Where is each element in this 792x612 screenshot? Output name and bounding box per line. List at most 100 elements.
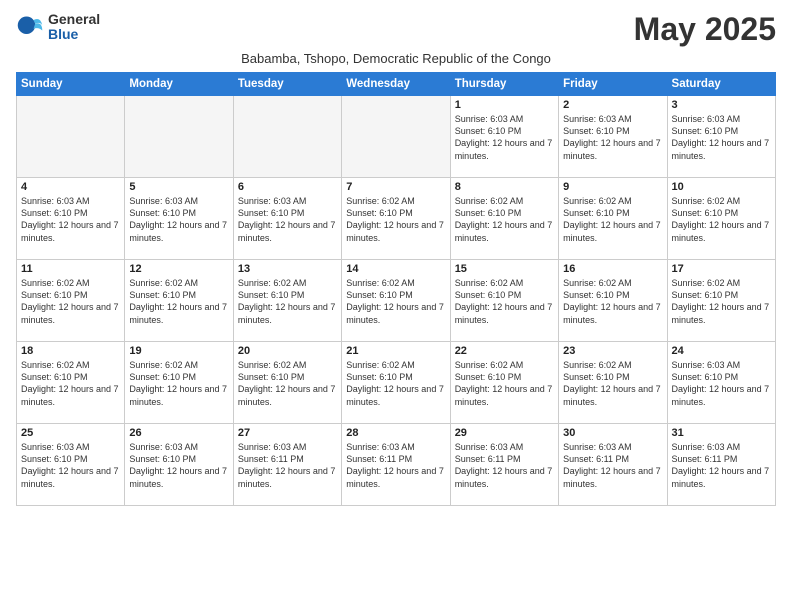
day-number: 17	[672, 263, 771, 275]
day-number: 22	[455, 345, 554, 357]
table-row: 22Sunrise: 6:02 AMSunset: 6:10 PMDayligh…	[450, 342, 558, 424]
table-row	[125, 96, 233, 178]
day-number: 21	[346, 345, 445, 357]
table-row: 3 Sunrise: 6:03 AMSunset: 6:10 PMDaylight…	[667, 96, 775, 178]
cell-info: Sunrise: 6:02 AMSunset: 6:10 PMDaylight:…	[672, 195, 771, 244]
cell-info: Sunrise: 6:03 AMSunset: 6:11 PMDaylight:…	[238, 441, 337, 490]
table-row: 5Sunrise: 6:03 AMSunset: 6:10 PMDaylight…	[125, 178, 233, 260]
table-row	[17, 96, 125, 178]
cell-info: Sunrise: 6:03 AMSunset: 6:10 PMDaylight:…	[21, 195, 120, 244]
logo-icon	[16, 13, 44, 41]
logo-text: General Blue	[48, 12, 100, 43]
table-row: 23 Sunrise: 6:02 AMSunset: 6:10 PMDayligh…	[559, 342, 667, 424]
day-number: 20	[238, 345, 337, 357]
cell-info: Sunrise: 6:02 AMSunset: 6:10 PMDaylight:…	[346, 359, 445, 408]
cell-info: Sunrise: 6:03 AMSunset: 6:11 PMDaylight:…	[563, 441, 662, 490]
cell-info: Sunrise: 6:02 AMSunset: 6:10 PMDaylight:…	[238, 277, 337, 326]
day-number: 29	[455, 427, 554, 439]
calendar: Sunday Monday Tuesday Wednesday Thursday…	[16, 72, 776, 506]
table-row: 12 Sunrise: 6:02 AMSunset: 6:10 PMDayligh…	[125, 260, 233, 342]
cell-info: Sunrise: 6:03 AMSunset: 6:10 PMDaylight:…	[455, 113, 554, 162]
day-number: 11	[21, 263, 120, 275]
cell-info: Sunrise: 6:02 AMSunset: 6:10 PMDaylight:…	[21, 359, 120, 408]
cell-info: Sunrise: 6:03 AMSunset: 6:11 PMDaylight:…	[455, 441, 554, 490]
header-sunday: Sunday	[17, 73, 125, 96]
calendar-row-4: 25 Sunrise: 6:03 AMSunset: 6:10 PMDayligh…	[17, 424, 776, 506]
calendar-row-0: 1Sunrise: 6:03 AMSunset: 6:10 PMDaylight…	[17, 96, 776, 178]
table-row: 19 Sunrise: 6:02 AMSunset: 6:10 PMDayligh…	[125, 342, 233, 424]
day-number: 14	[346, 263, 445, 275]
cell-info: Sunrise: 6:03 AMSunset: 6:10 PMDaylight:…	[129, 441, 228, 490]
table-row: 25 Sunrise: 6:03 AMSunset: 6:10 PMDayligh…	[17, 424, 125, 506]
table-row: 28 Sunrise: 6:03 AMSunset: 6:11 PMDayligh…	[342, 424, 450, 506]
table-row: 14 Sunrise: 6:02 AMSunset: 6:10 PMDayligh…	[342, 260, 450, 342]
logo-blue: Blue	[48, 27, 100, 42]
table-row: 2Sunrise: 6:03 AMSunset: 6:10 PMDaylight…	[559, 96, 667, 178]
day-number: 16	[563, 263, 662, 275]
day-number: 25	[21, 427, 120, 439]
table-row: 17 Sunrise: 6:02 AMSunset: 6:10 PMDayligh…	[667, 260, 775, 342]
header-monday: Monday	[125, 73, 233, 96]
day-number: 23	[563, 345, 662, 357]
cell-info: Sunrise: 6:03 AMSunset: 6:10 PMDaylight:…	[672, 113, 771, 162]
day-number: 8	[455, 181, 554, 193]
cell-info: Sunrise: 6:03 AMSunset: 6:10 PMDaylight:…	[238, 195, 337, 244]
header-friday: Friday	[559, 73, 667, 96]
day-number: 13	[238, 263, 337, 275]
day-number: 7	[346, 181, 445, 193]
day-number: 28	[346, 427, 445, 439]
day-number: 31	[672, 427, 771, 439]
table-row: 9Sunrise: 6:02 AMSunset: 6:10 PMDaylight…	[559, 178, 667, 260]
subtitle: Babamba, Tshopo, Democratic Republic of …	[16, 51, 776, 66]
table-row	[342, 96, 450, 178]
day-number: 12	[129, 263, 228, 275]
title-block: May 2025	[634, 12, 776, 47]
table-row: 24Sunrise: 6:03 AMSunset: 6:10 PMDayligh…	[667, 342, 775, 424]
table-row: 1Sunrise: 6:03 AMSunset: 6:10 PMDaylight…	[450, 96, 558, 178]
table-row: 4 Sunrise: 6:03 AMSunset: 6:10 PMDaylight…	[17, 178, 125, 260]
day-number: 24	[672, 345, 771, 357]
cell-info: Sunrise: 6:02 AMSunset: 6:10 PMDaylight:…	[21, 277, 120, 326]
table-row: 26Sunrise: 6:03 AMSunset: 6:10 PMDayligh…	[125, 424, 233, 506]
cell-info: Sunrise: 6:02 AMSunset: 6:10 PMDaylight:…	[238, 359, 337, 408]
calendar-row-2: 11 Sunrise: 6:02 AMSunset: 6:10 PMDayligh…	[17, 260, 776, 342]
cell-info: Sunrise: 6:02 AMSunset: 6:10 PMDaylight:…	[563, 277, 662, 326]
table-row: 6Sunrise: 6:03 AMSunset: 6:10 PMDaylight…	[233, 178, 341, 260]
day-number: 27	[238, 427, 337, 439]
table-row: 16 Sunrise: 6:02 AMSunset: 6:10 PMDayligh…	[559, 260, 667, 342]
header-saturday: Saturday	[667, 73, 775, 96]
month-year: May 2025	[634, 12, 776, 47]
cell-info: Sunrise: 6:03 AMSunset: 6:10 PMDaylight:…	[21, 441, 120, 490]
cell-info: Sunrise: 6:02 AMSunset: 6:10 PMDaylight:…	[129, 277, 228, 326]
header: General Blue May 2025	[16, 12, 776, 47]
cell-info: Sunrise: 6:02 AMSunset: 6:10 PMDaylight:…	[129, 359, 228, 408]
cell-info: Sunrise: 6:02 AMSunset: 6:10 PMDaylight:…	[346, 277, 445, 326]
table-row: 13 Sunrise: 6:02 AMSunset: 6:10 PMDayligh…	[233, 260, 341, 342]
header-thursday: Thursday	[450, 73, 558, 96]
day-number: 10	[672, 181, 771, 193]
header-tuesday: Tuesday	[233, 73, 341, 96]
weekday-header-row: Sunday Monday Tuesday Wednesday Thursday…	[17, 73, 776, 96]
cell-info: Sunrise: 6:02 AMSunset: 6:10 PMDaylight:…	[346, 195, 445, 244]
cell-info: Sunrise: 6:02 AMSunset: 6:10 PMDaylight:…	[455, 277, 554, 326]
table-row: 31 Sunrise: 6:03 AMSunset: 6:11 PMDayligh…	[667, 424, 775, 506]
cell-info: Sunrise: 6:03 AMSunset: 6:11 PMDaylight:…	[346, 441, 445, 490]
day-number: 18	[21, 345, 120, 357]
table-row: 10 Sunrise: 6:02 AMSunset: 6:10 PMDayligh…	[667, 178, 775, 260]
day-number: 4	[21, 181, 120, 193]
cell-info: Sunrise: 6:03 AMSunset: 6:10 PMDaylight:…	[563, 113, 662, 162]
table-row: 30Sunrise: 6:03 AMSunset: 6:11 PMDayligh…	[559, 424, 667, 506]
day-number: 3	[672, 99, 771, 111]
cell-info: Sunrise: 6:03 AMSunset: 6:11 PMDaylight:…	[672, 441, 771, 490]
table-row: 29 Sunrise: 6:03 AMSunset: 6:11 PMDayligh…	[450, 424, 558, 506]
cell-info: Sunrise: 6:02 AMSunset: 6:10 PMDaylight:…	[672, 277, 771, 326]
cell-info: Sunrise: 6:02 AMSunset: 6:10 PMDaylight:…	[455, 195, 554, 244]
day-number: 9	[563, 181, 662, 193]
table-row: 21 Sunrise: 6:02 AMSunset: 6:10 PMDayligh…	[342, 342, 450, 424]
calendar-row-1: 4 Sunrise: 6:03 AMSunset: 6:10 PMDaylight…	[17, 178, 776, 260]
cell-info: Sunrise: 6:02 AMSunset: 6:10 PMDaylight:…	[563, 359, 662, 408]
table-row: 20 Sunrise: 6:02 AMSunset: 6:10 PMDayligh…	[233, 342, 341, 424]
table-row: 7 Sunrise: 6:02 AMSunset: 6:10 PMDaylight…	[342, 178, 450, 260]
logo-general: General	[48, 12, 100, 27]
day-number: 19	[129, 345, 228, 357]
